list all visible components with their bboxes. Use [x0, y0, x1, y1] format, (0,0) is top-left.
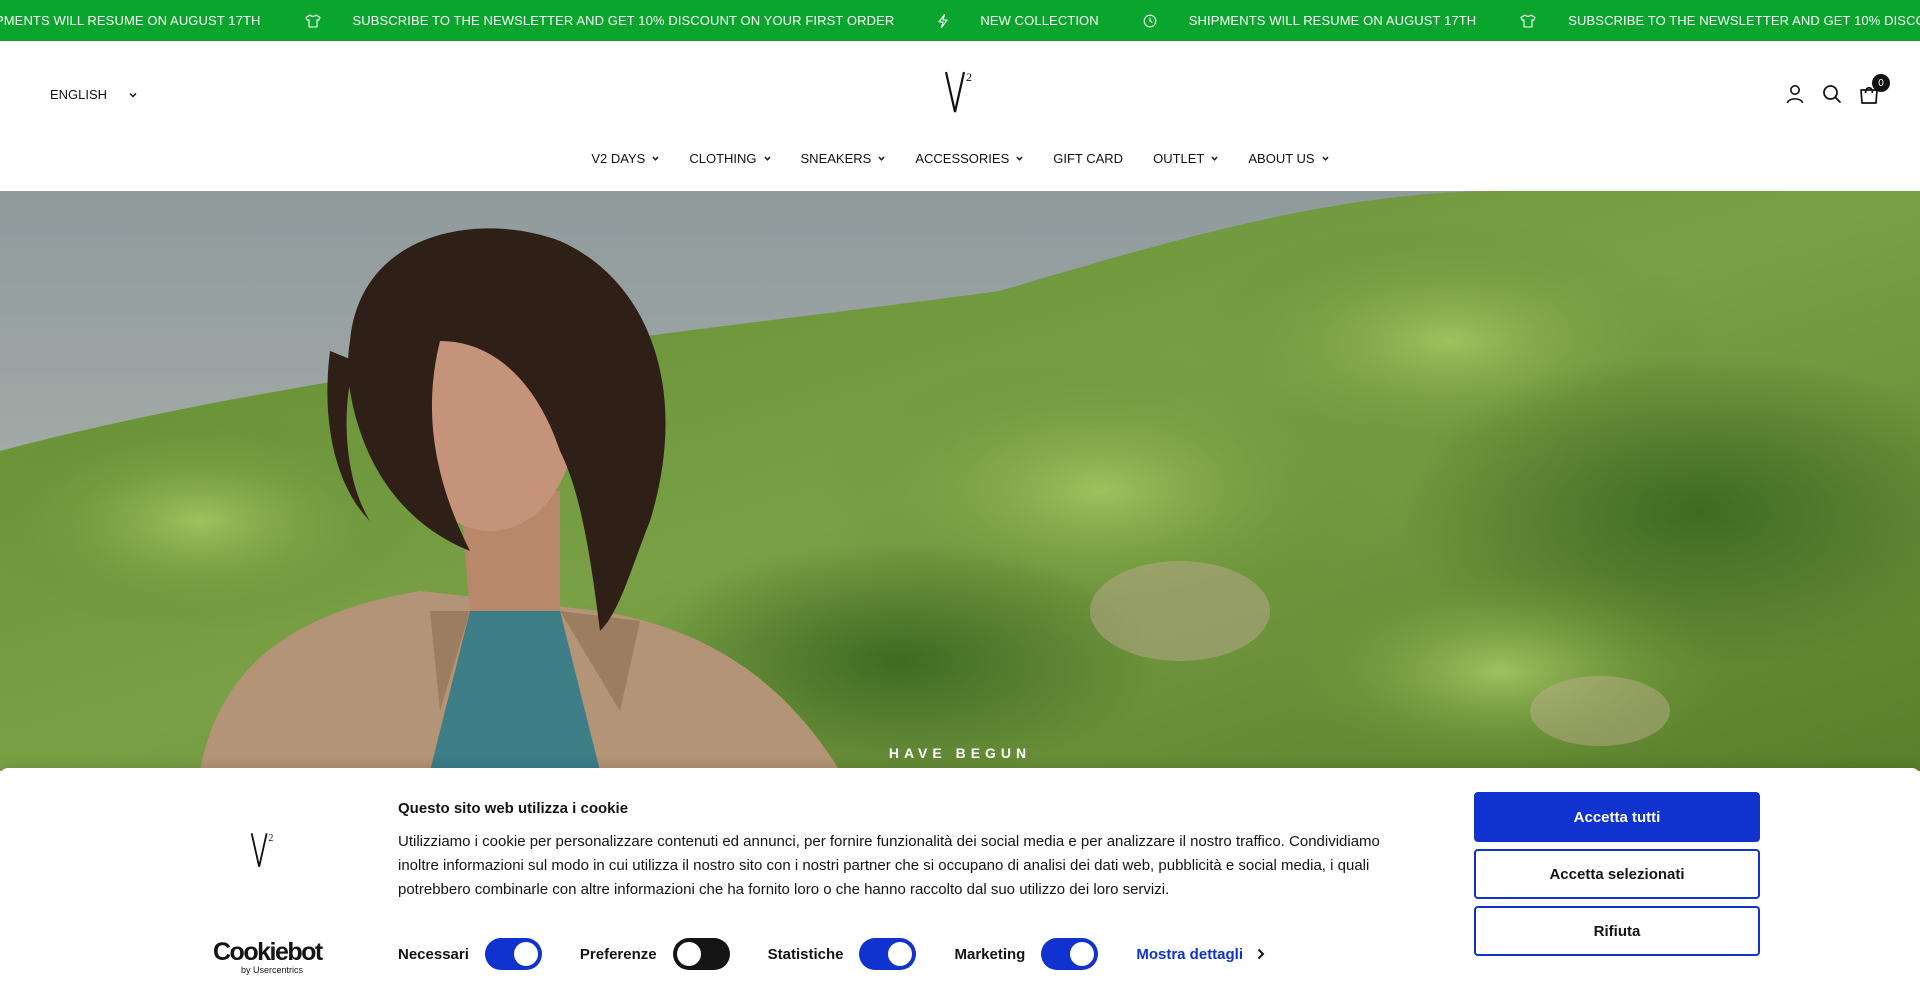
toggle-switch[interactable] [484, 938, 542, 970]
announcement-text: SHIPMENTS WILL RESUME ON AUGUST 17TH [0, 13, 261, 28]
language-selector[interactable]: ENGLISH [50, 87, 137, 102]
cookie-consent-banner: 2 Cookiebot by Usercentrics Questo sito … [0, 768, 1920, 993]
chevron-down-icon [129, 92, 137, 98]
v2-logo-icon: 2 [944, 70, 972, 113]
accept-all-button[interactable]: Accetta tutti [1474, 792, 1760, 842]
hero-banner[interactable]: HAVE BEGUN [0, 191, 1920, 771]
toggle-switch[interactable] [859, 938, 917, 970]
announcement-item: SUBSCRIBE TO THE NEWSLETTER AND GET 10% … [304, 13, 895, 28]
language-label: ENGLISH [50, 87, 108, 102]
accept-selected-button[interactable]: Accetta selezionati [1474, 849, 1760, 899]
announcement-item: NEW COLLECTION [938, 13, 1099, 28]
user-icon [1786, 85, 1804, 104]
v2-logo-icon: 2 [250, 833, 273, 867]
announcement-track: SHIPMENTS WILL RESUME ON AUGUST 17TH SUBS… [0, 0, 1920, 41]
nav-item-about-us[interactable]: ABOUT US [1233, 151, 1343, 166]
toggle-knob [676, 942, 701, 966]
announcement-text: SUBSCRIBE TO THE NEWSLETTER AND GET 10% … [352, 13, 895, 28]
toggle-switch[interactable] [1041, 938, 1099, 970]
cart-count-badge: 0 [1872, 74, 1890, 92]
cookie-title: Questo sito web utilizza i cookie [398, 800, 629, 817]
hero-image [0, 191, 1920, 771]
toggle-knob [888, 942, 913, 966]
nav-item-gift-card[interactable]: GIFT CARD [1038, 151, 1138, 166]
toggle-necessari: Necessari [398, 938, 542, 970]
announcement-text: NEW COLLECTION [980, 13, 1099, 28]
nav-item-label: ACCESSORIES [915, 151, 1010, 166]
toggle-switch[interactable] [672, 938, 730, 970]
nav-item-sneakers[interactable]: SNEAKERS [786, 151, 901, 166]
chevron-down-icon [1322, 156, 1329, 161]
cookie-description: Utilizziamo i cookie per personalizzare … [398, 833, 1380, 898]
toggle-preferenze: Preferenze [580, 938, 730, 970]
nav-item-label: SNEAKERS [800, 151, 872, 166]
nav-item-accessories[interactable]: ACCESSORIES [900, 151, 1038, 166]
cookiebot-name: Cookiebot [213, 938, 323, 966]
lightning-icon [938, 13, 964, 28]
announcement-text: SUBSCRIBE TO THE NEWSLETTER AND GET 10% … [1568, 13, 1920, 28]
search-icon [1823, 85, 1842, 104]
show-details-label: Mostra dettagli [1136, 945, 1244, 963]
announcement-item: SHIPMENTS WILL RESUME ON AUGUST 17TH [1143, 13, 1477, 28]
reject-button[interactable]: Rifiuta [1474, 906, 1760, 956]
nav-item-label: CLOTHING [689, 151, 757, 166]
header-icons: 0 [1784, 74, 1890, 105]
svg-text:2: 2 [268, 833, 273, 844]
chevron-down-icon [878, 156, 885, 161]
nav-item-clothing[interactable]: CLOTHING [674, 151, 785, 166]
chevron-down-icon [652, 156, 659, 161]
chevron-right-icon [1257, 948, 1265, 960]
toggle-statistiche: Statistiche [768, 938, 917, 970]
nav-item-label: V2 DAYS [591, 151, 646, 166]
toggle-marketing: Marketing [954, 938, 1099, 970]
cart-button[interactable]: 0 [1858, 74, 1890, 105]
nav-item-outlet[interactable]: OUTLET [1138, 151, 1233, 166]
tshirt-icon [1520, 13, 1552, 28]
main-navigation: V2 DAYS CLOTHING SNEAKERS ACCESSORIES GIFT C… [0, 151, 1920, 166]
announcement-text: SHIPMENTS WILL RESUME ON AUGUST 17TH [1188, 13, 1477, 28]
toggle-label: Statistiche [767, 945, 844, 963]
search-button[interactable] [1821, 83, 1843, 105]
nav-item-label: ABOUT US [1248, 151, 1315, 166]
cookie-toggles: Necessari Preferenze Statistiche Marketing … [398, 938, 1265, 970]
cookie-site-logo: 2 [250, 828, 280, 872]
announcement-item: SHIPMENTS WILL RESUME ON AUGUST 17TH [0, 13, 261, 28]
announcement-item: SUBSCRIBE TO THE NEWSLETTER AND GET 10% … [1520, 13, 1920, 28]
toggle-knob [513, 942, 538, 966]
announcement-bar: SHIPMENTS WILL RESUME ON AUGUST 17TH SUBS… [0, 0, 1920, 41]
show-details-link[interactable]: Mostra dettagli [1136, 946, 1265, 963]
clock-icon [1143, 14, 1173, 28]
cookiebot-subtitle: by Usercentrics [241, 965, 304, 975]
nav-item-v2-days[interactable]: V2 DAYS [576, 151, 674, 166]
site-header: ENGLISH 2 0 V2 DAYS CLOTHING SNEAKERS ACCES… [0, 41, 1920, 191]
toggle-label: Preferenze [579, 945, 657, 963]
chevron-down-icon [1211, 156, 1218, 161]
chevron-down-icon [1016, 156, 1023, 161]
toggle-knob [1070, 942, 1095, 966]
svg-text:2: 2 [966, 70, 972, 84]
hero-caption: HAVE BEGUN [888, 745, 1032, 761]
cookiebot-logo[interactable]: Cookiebot by Usercentrics [213, 938, 323, 976]
nav-item-label: GIFT CARD [1053, 151, 1124, 166]
nav-item-label: OUTLET [1153, 151, 1205, 166]
logo[interactable]: 2 [944, 68, 980, 116]
tshirt-icon [304, 13, 337, 28]
toggle-label: Necessari [398, 945, 469, 963]
toggle-label: Marketing [954, 945, 1026, 963]
account-button[interactable] [1784, 83, 1806, 105]
chevron-down-icon [763, 156, 771, 161]
cookie-buttons: Accetta tutti Accetta selezionati Rifiut… [1474, 792, 1760, 963]
